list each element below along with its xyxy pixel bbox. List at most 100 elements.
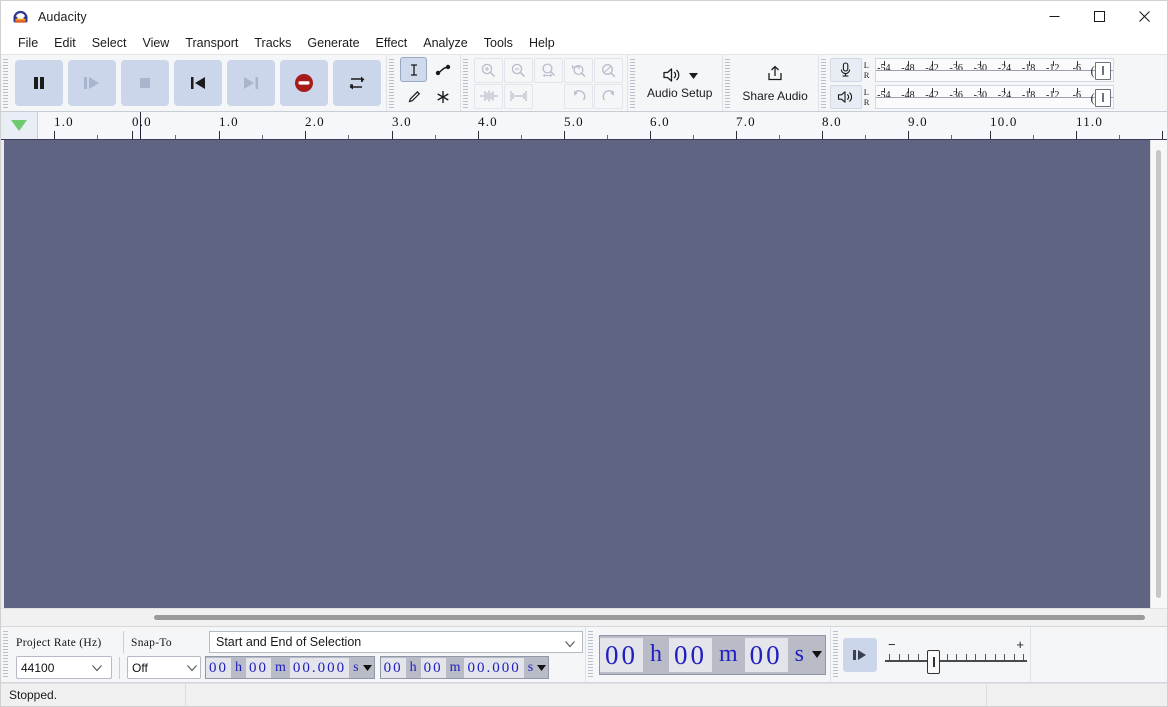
ruler-tick-major [908,131,909,139]
audio-setup-toolbar-grip[interactable] [628,58,637,108]
selection-start-time-field[interactable]: 00 h 00 m 00.000 s [205,656,375,679]
menu-analyze[interactable]: Analyze [415,33,475,53]
loop-button[interactable] [333,60,381,106]
zoom-toggle-button[interactable] [594,58,623,83]
multi-tool[interactable] [429,84,456,109]
playback-meter[interactable]: L R -54-48-42-36-30-24-18-12-6 ( [830,85,1114,109]
audio-position-field[interactable]: 00 h 00 m 00 s [599,635,826,675]
menu-help[interactable]: Help [521,33,563,53]
ruler-tick-major [478,131,479,139]
playback-speed-slider[interactable]: − + [885,638,1027,672]
speed-slider-minus-label: − [888,638,896,651]
skip-to-end-button[interactable] [227,60,275,106]
pause-button[interactable] [15,60,63,106]
menu-edit[interactable]: Edit [46,33,84,53]
recording-meter-channels: L R [862,58,875,82]
end-minutes[interactable]: 00 [421,658,446,678]
selection-end-time-field[interactable]: 00 h 00 m 00.000 s [380,656,550,679]
envelope-tool[interactable] [429,57,456,82]
recording-meter-bar[interactable]: -54-48-42-36-30-24-18-12-6 ( [875,58,1114,82]
playback-meter-bar[interactable]: -54-48-42-36-30-24-18-12-6 ( [875,85,1114,109]
audio-setup-label: Audio Setup [647,86,712,100]
redo-button[interactable] [594,84,623,109]
menu-select[interactable]: Select [84,33,135,53]
close-button[interactable] [1122,1,1167,32]
record-button[interactable] [280,60,328,106]
vertical-scrollbar-thumb[interactable] [1156,150,1161,598]
vertical-scrollbar[interactable] [1150,140,1167,608]
menu-view[interactable]: View [134,33,177,53]
undo-button[interactable] [564,84,593,109]
edit-toolbar-grip[interactable] [461,58,470,108]
start-hours[interactable]: 00 [206,658,231,678]
menu-tools[interactable]: Tools [476,33,521,53]
silence-audio-button[interactable] [504,84,533,109]
snap-to-combo[interactable]: Off [127,656,201,679]
stop-button[interactable] [121,60,169,106]
ruler-tick-major [132,131,133,139]
speed-slider-track[interactable] [885,660,1027,662]
start-minutes[interactable]: 00 [246,658,271,678]
menu-tracks[interactable]: Tracks [246,33,299,53]
share-audio-button[interactable]: Share Audio [732,58,817,108]
skip-to-start-button[interactable] [174,60,222,106]
project-rate-combo[interactable]: 44100 [16,656,112,679]
start-seconds[interactable]: 00.000 [290,658,349,678]
play-button[interactable] [68,60,116,106]
selection-toolbar-grip[interactable] [1,630,10,679]
tools-toolbar-grip[interactable] [387,58,396,108]
time-field-spinner-icon[interactable] [363,661,372,675]
start-hours-unit: h [231,660,246,676]
horizontal-scrollbar[interactable] [1,608,1167,627]
menu-generate[interactable]: Generate [299,33,367,53]
meter-toolbar-grip[interactable] [819,58,828,108]
audio-setup-button[interactable]: Audio Setup [637,58,722,108]
maximize-button[interactable] [1077,1,1122,32]
menu-effect[interactable]: Effect [368,33,416,53]
ruler-tick-major [822,131,823,139]
position-seconds[interactable]: 00 [745,638,788,672]
recording-meter[interactable]: L R -54-48-42-36-30-24-18-12-6 ( [830,58,1114,82]
microphone-icon [830,58,862,82]
draw-tool[interactable] [400,84,427,109]
ruler-tick-minor [97,135,98,139]
transport-toolbar-grip[interactable] [1,58,10,108]
meter-db-label: -6 [1073,90,1081,101]
minimize-button[interactable] [1032,1,1077,32]
selection-toolbar: Project Rate (Hz) Snap-To Start and End … [1,627,586,682]
bottom-dock-empty-space [1031,627,1167,682]
zoom-out-button[interactable] [504,58,533,83]
ruler-label: 8.0 [822,114,842,130]
position-hours[interactable]: 00 [600,638,643,672]
ruler-tick-minor [1119,135,1120,139]
selection-tool[interactable] [400,57,427,82]
menu-file[interactable]: File [10,33,46,53]
ruler-label: 3.0 [392,114,412,130]
time-toolbar-grip[interactable] [586,630,595,679]
track-panel-empty[interactable] [4,140,1153,608]
menu-transport[interactable]: Transport [177,33,246,53]
play-at-speed-toolbar-grip[interactable] [831,630,840,679]
meter-db-label: -48 [901,90,914,101]
trim-audio-button[interactable] [474,84,503,109]
ruler-label: 4.0 [478,114,498,130]
zoom-in-button[interactable] [474,58,503,83]
play-at-speed-button[interactable] [843,638,877,672]
share-audio-toolbar-grip[interactable] [723,58,732,108]
position-minutes-unit: m [712,641,745,668]
pinned-play-head-icon[interactable] [1,112,38,139]
selection-mode-dropdown[interactable]: Start and End of Selection [209,631,583,653]
time-field-spinner-icon[interactable] [537,661,546,675]
speed-slider-thumb[interactable] [927,650,940,674]
horizontal-scrollbar-thumb[interactable] [154,615,1145,620]
time-field-spinner-icon[interactable] [812,648,822,662]
meter-db-label: -24 [998,90,1011,101]
fit-project-button[interactable] [564,58,593,83]
end-seconds[interactable]: 00.000 [464,658,523,678]
fit-selection-button[interactable] [534,58,563,83]
edit-toolbar-spacer [534,84,563,109]
position-minutes[interactable]: 00 [669,638,712,672]
end-hours[interactable]: 00 [381,658,406,678]
playback-meter-line [876,97,1113,98]
timeline-ruler[interactable]: 1.00.01.02.03.04.05.06.07.08.09.010.011.… [38,112,1167,139]
